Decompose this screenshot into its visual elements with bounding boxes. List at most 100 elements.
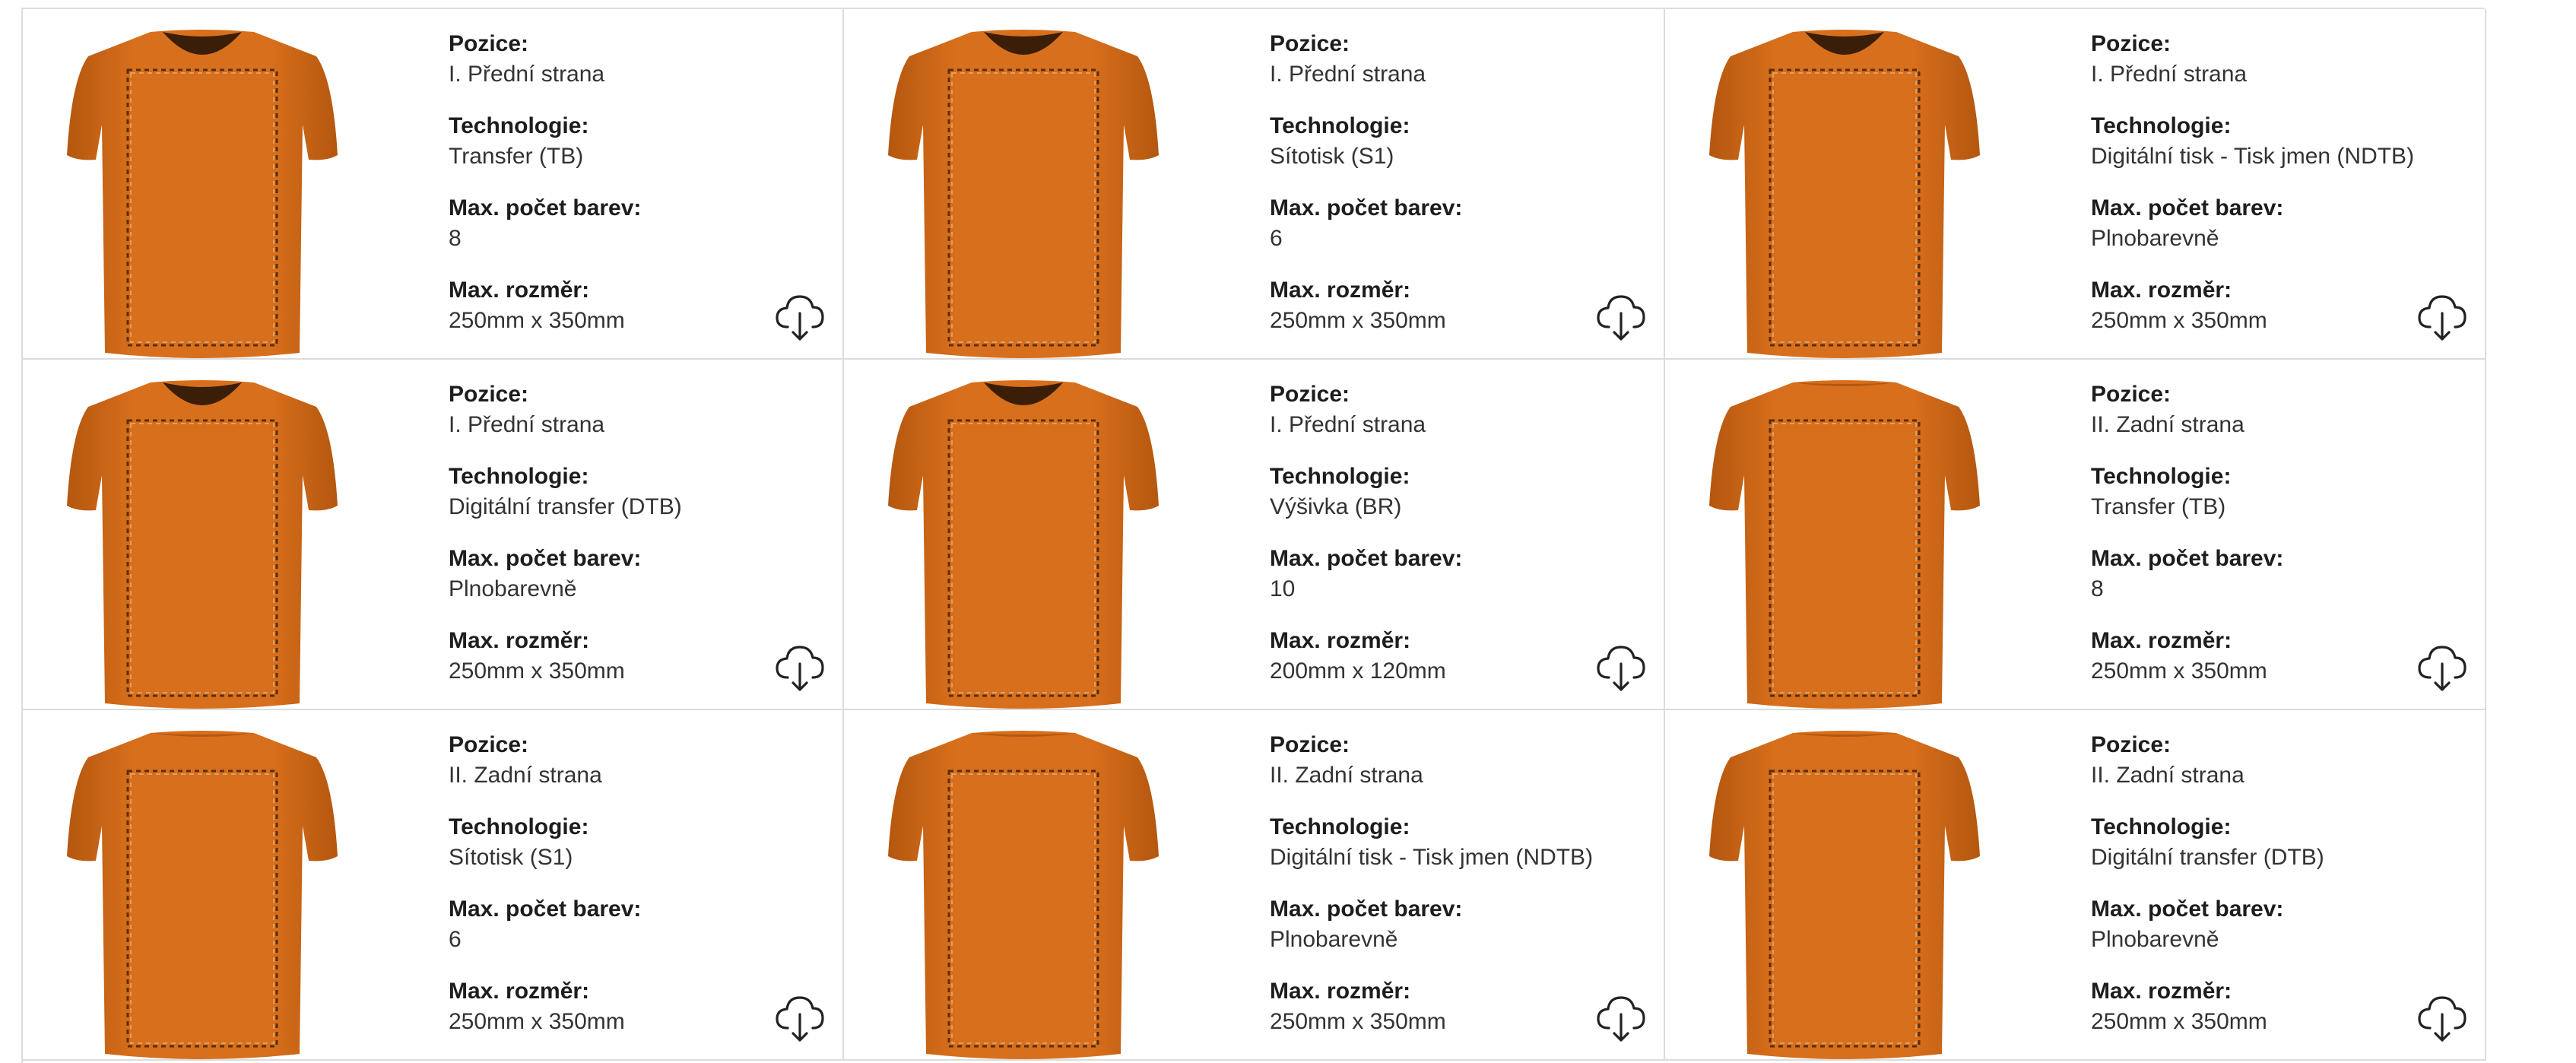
tshirt-front-icon: [67, 380, 338, 709]
max-size-value: 250mm x 350mm: [449, 658, 625, 684]
technology-label: Technologie:: [1270, 814, 1410, 839]
technology-label: Technologie:: [449, 113, 589, 138]
print-option-details: Pozice: II. Zadní strana Technologie: Di…: [2091, 730, 2324, 1037]
print-option-card: Pozice: II. Zadní strana Technologie: Sí…: [23, 710, 844, 1061]
max-size-value: 250mm x 350mm: [1270, 1009, 1446, 1034]
tshirt-back-icon: [67, 731, 338, 1059]
technology-value: Digitální tisk - Tisk jmen (NDTB): [2091, 144, 2415, 169]
max-colors-label: Max. počet barev:: [1270, 546, 1463, 571]
position-value: II. Zadní strana: [2091, 412, 2244, 437]
print-option-details: Pozice: I. Přední strana Technologie: Vý…: [1270, 379, 1462, 687]
max-colors-label: Max. počet barev:: [1270, 195, 1463, 221]
max-colors-label: Max. počet barev:: [449, 546, 642, 571]
position-label: Pozice:: [1270, 31, 1350, 56]
tshirt-back-icon: [1709, 731, 1980, 1059]
technology-value: Transfer (TB): [2091, 494, 2226, 519]
max-colors-value: 10: [1270, 576, 1296, 601]
cloud-download-icon[interactable]: [772, 990, 827, 1045]
technology-label: Technologie:: [2091, 814, 2232, 839]
tshirt-back-icon: [1709, 380, 1980, 709]
cloud-download-icon[interactable]: [1594, 639, 1648, 694]
cloud-download-icon[interactable]: [772, 289, 827, 344]
technology-value: Digitální transfer (DTB): [2091, 845, 2324, 870]
print-options-grid: Pozice: I. Přední strana Technologie: Tr…: [21, 8, 2486, 1063]
max-size-label: Max. rozměr:: [1270, 979, 1411, 1004]
position-label: Pozice:: [1270, 732, 1350, 757]
position-value: I. Přední strana: [449, 412, 605, 437]
max-colors-label: Max. počet barev:: [2091, 546, 2284, 571]
position-label: Pozice:: [2091, 31, 2172, 56]
technology-label: Technologie:: [2091, 464, 2232, 489]
print-option-card: Pozice: I. Přední strana Technologie: Di…: [1665, 9, 2486, 360]
max-size-label: Max. rozměr:: [2091, 628, 2232, 653]
print-option-card: Pozice: I. Přední strana Technologie: Sí…: [844, 9, 1665, 360]
cloud-download-icon[interactable]: [1594, 990, 1648, 1045]
position-value: I. Přední strana: [1270, 412, 1426, 437]
cloud-download-icon[interactable]: [2415, 990, 2470, 1045]
cloud-download-icon[interactable]: [2415, 289, 2470, 344]
max-colors-label: Max. počet barev:: [2091, 896, 2284, 922]
position-label: Pozice:: [449, 382, 529, 407]
print-option-card: Pozice: II. Zadní strana Technologie: Di…: [1665, 710, 2486, 1061]
max-colors-value: 8: [2091, 576, 2104, 601]
technology-value: Digitální transfer (DTB): [449, 494, 682, 519]
max-colors-value: 8: [449, 226, 462, 251]
technology-label: Technologie:: [449, 814, 589, 839]
max-size-label: Max. rozměr:: [449, 979, 590, 1004]
print-option-details: Pozice: I. Přední strana Technologie: Tr…: [449, 29, 641, 336]
technology-label: Technologie:: [1270, 113, 1410, 138]
max-colors-label: Max. počet barev:: [1270, 896, 1463, 922]
position-value: I. Přední strana: [2091, 62, 2248, 87]
max-size-value: 250mm x 350mm: [2091, 308, 2267, 333]
max-colors-value: Plnobarevně: [449, 576, 577, 601]
technology-label: Technologie:: [1270, 464, 1410, 489]
max-size-value: 250mm x 350mm: [449, 1009, 625, 1034]
print-option-card: Pozice: I. Přední strana Technologie: Di…: [23, 360, 844, 710]
max-colors-label: Max. počet barev:: [449, 195, 642, 221]
print-option-details: Pozice: II. Zadní strana Technologie: Di…: [1270, 730, 1593, 1037]
max-colors-value: Plnobarevně: [2091, 927, 2219, 952]
max-colors-value: Plnobarevně: [2091, 226, 2219, 251]
max-size-label: Max. rozměr:: [1270, 628, 1411, 653]
position-label: Pozice:: [2091, 382, 2172, 407]
position-label: Pozice:: [1270, 382, 1350, 407]
max-size-label: Max. rozměr:: [2091, 979, 2232, 1004]
position-value: II. Zadní strana: [1270, 763, 1423, 788]
position-value: I. Přední strana: [1270, 62, 1426, 87]
max-colors-label: Max. počet barev:: [449, 896, 642, 922]
tshirt-back-icon: [888, 731, 1159, 1059]
cloud-download-icon[interactable]: [2415, 639, 2470, 694]
max-size-label: Max. rozměr:: [1270, 278, 1411, 303]
max-size-value: 250mm x 350mm: [449, 308, 625, 333]
tshirt-front-icon: [1709, 30, 1980, 358]
max-size-value: 250mm x 350mm: [1270, 308, 1446, 333]
max-size-value: 250mm x 350mm: [2091, 1009, 2267, 1034]
print-option-card: Pozice: II. Zadní strana Technologie: Tr…: [1665, 360, 2486, 710]
print-option-details: Pozice: II. Zadní strana Technologie: Sí…: [449, 730, 641, 1037]
max-size-label: Max. rozměr:: [2091, 278, 2232, 303]
position-value: I. Přední strana: [449, 62, 605, 87]
position-label: Pozice:: [2091, 732, 2172, 757]
print-option-details: Pozice: I. Přední strana Technologie: Sí…: [1270, 29, 1462, 336]
print-option-card: Pozice: I. Přední strana Technologie: Vý…: [844, 360, 1665, 710]
tshirt-front-icon: [888, 30, 1159, 358]
position-value: II. Zadní strana: [2091, 763, 2244, 788]
print-option-details: Pozice: I. Přední strana Technologie: Di…: [2091, 29, 2414, 336]
cloud-download-icon[interactable]: [772, 639, 827, 694]
print-option-details: Pozice: I. Přední strana Technologie: Di…: [449, 379, 682, 687]
max-size-value: 200mm x 120mm: [1270, 658, 1446, 684]
max-size-label: Max. rozměr:: [449, 278, 590, 303]
position-label: Pozice:: [449, 732, 529, 757]
print-option-card: Pozice: II. Zadní strana Technologie: Di…: [844, 710, 1665, 1061]
technology-value: Sítotisk (S1): [449, 845, 573, 870]
cloud-download-icon[interactable]: [1594, 289, 1648, 344]
tshirt-front-icon: [67, 30, 338, 358]
max-colors-value: 6: [449, 927, 462, 952]
technology-label: Technologie:: [449, 464, 589, 489]
max-size-label: Max. rozměr:: [449, 628, 590, 653]
max-colors-label: Max. počet barev:: [2091, 195, 2284, 221]
tshirt-front-icon: [888, 380, 1159, 709]
technology-value: Výšivka (BR): [1270, 494, 1402, 519]
max-colors-value: Plnobarevně: [1270, 927, 1398, 952]
print-option-details: Pozice: II. Zadní strana Technologie: Tr…: [2091, 379, 2283, 687]
